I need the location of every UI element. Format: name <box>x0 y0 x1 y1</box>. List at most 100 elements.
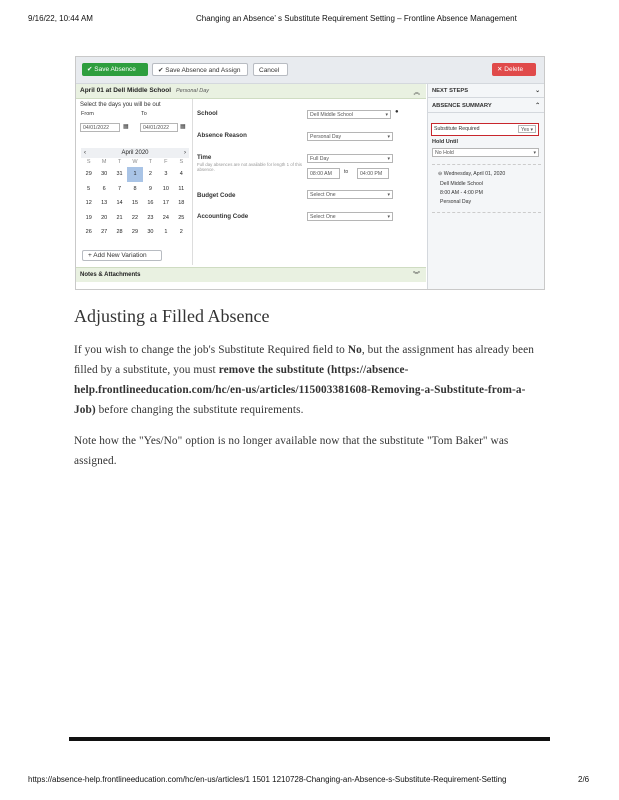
from-date-input[interactable]: 04/01/2022 <box>80 123 120 132</box>
to-label: To <box>141 111 147 117</box>
notes-bar[interactable]: Notes & Attachments ︾ <box>76 267 426 282</box>
add-variation-button[interactable]: + Add New Variation <box>82 250 162 261</box>
info-icon[interactable]: ● <box>395 109 399 115</box>
calendar-day[interactable]: 10 <box>158 182 173 197</box>
calendar-day[interactable]: 14 <box>112 196 127 211</box>
calendar-day[interactable]: 12 <box>81 196 96 211</box>
calendar-day[interactable]: 11 <box>174 182 189 197</box>
time-to-text: to <box>344 169 349 175</box>
save-and-assign-button[interactable]: ✔ Save Absence and Assign <box>152 63 248 76</box>
calendar-day[interactable]: 20 <box>96 211 111 226</box>
substitute-required-highlight: Substitute Required Yes ▾ <box>431 123 539 136</box>
calendar-day[interactable]: 4 <box>174 167 189 182</box>
calendar-weekday: M <box>101 159 107 165</box>
delete-button[interactable]: ✕ Delete <box>492 63 536 76</box>
calendar-day[interactable]: 25 <box>174 211 189 226</box>
calendar-day[interactable]: 8 <box>127 182 142 197</box>
absence-title-bar: April 01 at Dell Middle School Personal … <box>76 84 426 99</box>
calendar-day[interactable]: 21 <box>112 211 127 226</box>
from-label: From <box>81 111 94 117</box>
calendar: ‹ April 2020 › S M T W T F S 29 30 31 1 2 3 4 5 6 7 8 9 10 1… <box>81 148 189 240</box>
calendar-day[interactable]: 26 <box>81 225 96 240</box>
calendar-day[interactable]: 19 <box>81 211 96 226</box>
time-select[interactable]: Full Day ▾ <box>307 154 393 163</box>
school-label: School <box>197 110 218 117</box>
calendar-day[interactable]: 30 <box>96 167 111 182</box>
notes-label: Notes & Attachments <box>80 272 141 278</box>
calendar-day[interactable]: 2 <box>174 225 189 240</box>
calendar-day[interactable]: 28 <box>112 225 127 240</box>
budget-code-select[interactable]: Select One ▾ <box>307 190 393 199</box>
chevron-down-icon[interactable]: ︾ <box>413 270 420 280</box>
summary-school: Dell Middle School <box>440 181 483 187</box>
accounting-code-select[interactable]: Select One ▾ <box>307 212 393 221</box>
substitute-required-label: Substitute Required <box>434 126 480 132</box>
calendar-day[interactable]: 23 <box>143 211 158 226</box>
calendar-day[interactable]: 30 <box>143 225 158 240</box>
chevron-down-icon: ⌄ <box>535 88 540 94</box>
chevron-left-icon[interactable]: ‹ <box>84 148 86 158</box>
calendar-weekday: W <box>132 159 138 165</box>
substitute-required-select[interactable]: Yes ▾ <box>518 125 536 133</box>
calendar-icon[interactable]: ▦ <box>123 123 129 130</box>
calendar-day[interactable]: 13 <box>96 196 111 211</box>
calendar-icon[interactable]: ▦ <box>180 123 186 130</box>
dates-prompt: Select the days you will be out <box>80 102 161 108</box>
calendar-day[interactable]: 27 <box>96 225 111 240</box>
time-label: Time <box>197 154 212 161</box>
page-rule <box>69 737 550 741</box>
summary-reason: Personal Day <box>440 199 472 205</box>
screenshot-figure: ✔ Save Absence ✔ Save Absence and Assign… <box>75 56 545 290</box>
divider <box>432 164 541 165</box>
toolbar: ✔ Save Absence ✔ Save Absence and Assign… <box>76 57 544 84</box>
print-page-number: 2/6 <box>578 775 590 784</box>
chevron-up-icon: ⌃ <box>535 103 540 109</box>
calendar-day[interactable]: 7 <box>112 182 127 197</box>
chevron-up-icon[interactable]: ︽ <box>414 86 421 100</box>
absence-reason-select[interactable]: Personal Day ▾ <box>307 132 393 141</box>
calendar-day[interactable]: 17 <box>158 196 173 211</box>
print-url: https://absence-help.frontlineeducation.… <box>28 775 507 784</box>
calendar-day[interactable]: 29 <box>81 167 96 182</box>
calendar-day[interactable]: 3 <box>158 167 173 182</box>
chevron-right-icon[interactable]: › <box>184 148 186 158</box>
absence-summary-header[interactable]: ABSENCE SUMMARY ⌃ <box>428 99 544 113</box>
calendar-day[interactable]: 18 <box>174 196 189 211</box>
print-title: Changing an Absence’ s Substitute Requir… <box>196 14 517 23</box>
absence-title: April 01 at Dell Middle School <box>80 87 172 94</box>
save-absence-button[interactable]: ✔ Save Absence <box>82 63 148 76</box>
calendar-header: ‹ April 2020 › <box>81 148 189 158</box>
accounting-code-label: Accounting Code <box>197 213 249 220</box>
school-select[interactable]: Dell Middle School ▾ <box>307 110 391 119</box>
hold-until-select[interactable]: No Hold ▾ <box>432 148 539 157</box>
end-time-input[interactable]: 04:00 PM <box>357 168 389 179</box>
absence-title-reason: Personal Day <box>176 88 210 94</box>
budget-code-label: Budget Code <box>197 192 236 199</box>
calendar-weekday: S <box>179 159 184 165</box>
calendar-day[interactable]: 16 <box>143 196 158 211</box>
print-datetime: 9/16/22, 10:44 AM <box>28 14 93 23</box>
calendar-day[interactable]: 15 <box>127 196 142 211</box>
calendar-day[interactable]: 9 <box>143 182 158 197</box>
calendar-day[interactable]: 29 <box>127 225 142 240</box>
absence-reason-label: Absence Reason <box>197 132 247 139</box>
time-hint: Full day absences are not available for … <box>197 162 302 172</box>
hold-until-label: Hold Until <box>432 139 458 145</box>
summary-day: ⊖ Wednesday, April 01, 2020 <box>438 171 506 177</box>
start-time-input[interactable]: 08:00 AM <box>307 168 340 179</box>
calendar-day[interactable]: 31 <box>112 167 127 182</box>
to-date-input[interactable]: 04/01/2022 <box>140 123 178 132</box>
calendar-day[interactable]: 5 <box>81 182 96 197</box>
calendar-day[interactable]: 24 <box>158 211 173 226</box>
next-steps-header[interactable]: NEXT STEPS ⌄ <box>428 84 544 98</box>
paragraph-1: If you wish to change the job's Substitu… <box>74 344 534 416</box>
calendar-day[interactable]: 1 <box>158 225 173 240</box>
calendar-day[interactable]: 22 <box>127 211 142 226</box>
calendar-weekday: F <box>164 159 168 165</box>
calendar-day[interactable]: 6 <box>96 182 111 197</box>
cancel-button[interactable]: Cancel <box>253 63 288 76</box>
calendar-grid: S M T W T F S 29 30 31 1 2 3 4 5 6 7 8 9 10 11 12 13 14 15 16 17 18… <box>81 158 189 240</box>
sidebar: NEXT STEPS ⌄ ABSENCE SUMMARY ⌃ Substitut… <box>427 84 544 289</box>
calendar-day[interactable]: 2 <box>143 167 158 182</box>
calendar-day[interactable]: 1 <box>127 167 143 182</box>
